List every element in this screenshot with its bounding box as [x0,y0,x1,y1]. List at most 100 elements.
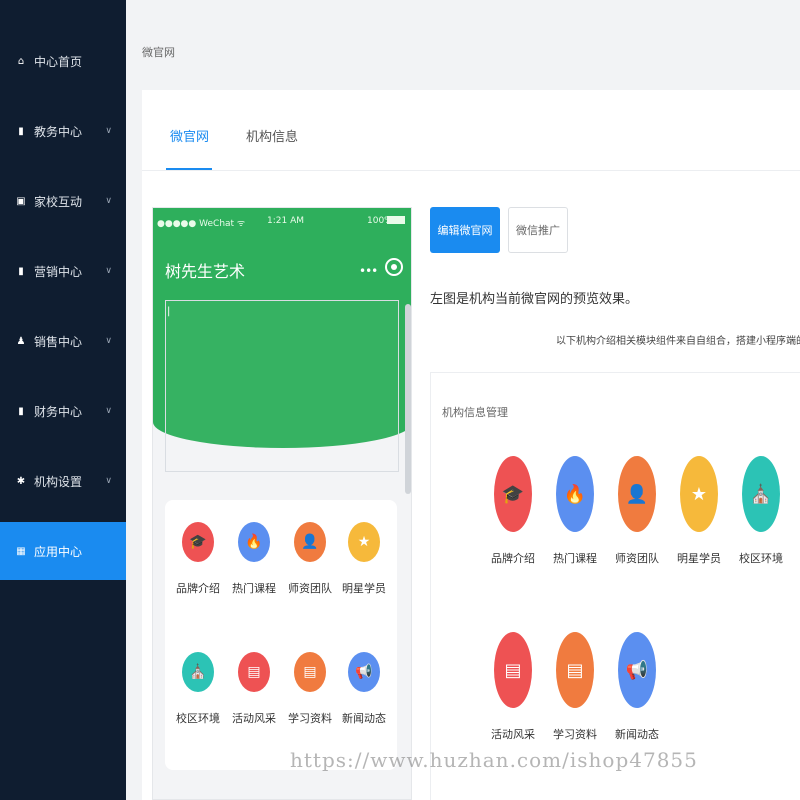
document-icon: ▤ [294,652,326,692]
preview-description: 左图是机构当前微官网的预览效果。 [430,292,639,307]
module-label: 明星学员 [342,582,386,595]
module-label: 学习资料 [288,712,332,725]
school-icon: ⛪ [742,456,780,532]
module-label: 新闻动态 [342,712,386,725]
sidebar-item-label: 营销中心 [34,264,83,279]
module-campus[interactable]: ⛪ 校区环境 [730,456,792,566]
module-label: 活动风采 [232,712,276,725]
sidebar-item-home-school[interactable]: ▣ 家校互动 ∨ [0,172,126,230]
document-icon: ▤ [556,632,594,708]
user-icon: ♟ [16,335,26,347]
phone-module-teachers[interactable]: 👤 师资团队 [281,522,339,596]
sidebar-item-settings[interactable]: ✱ 机构设置 ∨ [0,452,126,510]
chevron-down-icon: ∨ [105,336,112,346]
flag-icon: ▤ [494,632,532,708]
chevron-down-icon: ∨ [105,476,112,486]
module-label: 品牌介绍 [491,552,535,565]
tab-org-info[interactable]: 机构信息 [246,126,298,145]
module-label: 热门课程 [553,552,597,565]
breadcrumb: 微官网 [142,46,175,59]
module-news[interactable]: 📢 新闻动态 [606,632,668,742]
phone-module-brand[interactable]: 🎓 品牌介绍 [169,522,227,596]
module-label: 学习资料 [553,728,597,741]
phone-module-grid: 🎓 品牌介绍 🔥 热门课程 👤 师资团队 ★ 明星学员 ⛪ 校区环境 ▤ 活动风… [165,500,397,770]
bag-icon: ▮ [18,265,24,277]
miniapp-title: 树先生艺术 [165,262,246,281]
phone-module-students[interactable]: ★ 明星学员 [335,522,393,596]
module-courses[interactable]: 🔥 热门课程 [544,456,606,566]
sidebar-item-marketing[interactable]: ▮ 营销中心 ∨ [0,242,126,300]
grid-icon: ▦ [16,545,26,557]
phone-module-materials[interactable]: ▤ 学习资料 [281,652,339,726]
star-icon: ★ [680,456,718,532]
graduation-cap-icon: 🎓 [182,522,214,562]
sidebar-item-label: 应用中心 [34,544,83,559]
tab-micro-site[interactable]: 微官网 [170,126,209,145]
flame-icon: 🔥 [556,456,594,532]
module-label: 新闻动态 [615,728,659,741]
module-label: 师资团队 [615,552,659,565]
chevron-down-icon: ∨ [105,266,112,276]
tab-divider [142,170,800,171]
module-label: 热门课程 [232,582,276,595]
sidebar: ⌂ 中心首页 ▮ 教务中心 ∨ ▣ 家校互动 ∨ ▮ 营销中心 ∨ ♟ 销售中心… [0,0,126,800]
battery-icon [387,216,405,224]
module-events[interactable]: ▤ 活动风采 [482,632,544,742]
more-dots-icon[interactable]: ••• [359,264,378,278]
star-icon: ★ [348,522,380,562]
module-label: 活动风采 [491,728,535,741]
flag-icon: ▤ [238,652,270,692]
module-label: 品牌介绍 [176,582,220,595]
flame-icon: 🔥 [238,522,270,562]
card-title: 机构信息管理 [442,406,508,419]
teacher-icon: 👤 [294,522,326,562]
watermark: https://www.huzhan.com/ishop47855 [290,748,698,772]
carrier-label: ●●●●● WeChat ᯤ [157,219,246,229]
sidebar-item-label: 教务中心 [34,124,83,139]
status-time: 1:21 AM [267,216,304,226]
graduation-cap-icon: 🎓 [494,456,532,532]
gear-icon: ✱ [16,475,26,487]
megaphone-icon: 📢 [618,632,656,708]
chevron-down-icon: ∨ [105,126,112,136]
module-label: 明星学员 [677,552,721,565]
module-label: 师资团队 [288,582,332,595]
chat-icon: ▣ [16,195,26,207]
sidebar-item-finance[interactable]: ▮ 财务中心 ∨ [0,382,126,440]
phone-scrollbar[interactable] [405,304,411,494]
module-brand[interactable]: 🎓 品牌介绍 [482,456,544,566]
chevron-down-icon: ∨ [105,406,112,416]
modules-note: 以下机构介绍相关模块组件来自自组合，搭建小程序端的 [556,336,800,347]
module-label: 校区环境 [176,712,220,725]
megaphone-icon: 📢 [348,652,380,692]
sidebar-item-label: 机构设置 [34,474,83,489]
phone-module-courses[interactable]: 🔥 热门课程 [225,522,283,596]
wallet-icon: ▮ [18,405,24,417]
module-teachers[interactable]: 👤 师资团队 [606,456,668,566]
close-capsule-icon[interactable] [385,258,403,276]
banner-placeholder[interactable] [165,300,399,472]
module-label: 校区环境 [739,552,783,565]
sidebar-item-label: 财务中心 [34,404,83,419]
chevron-down-icon: ∨ [105,196,112,206]
school-icon: ⛪ [182,652,214,692]
sidebar-item-sales[interactable]: ♟ 销售中心 ∨ [0,312,126,370]
teacher-icon: 👤 [618,456,656,532]
sidebar-item-home[interactable]: ⌂ 中心首页 [0,32,126,90]
sidebar-item-academic[interactable]: ▮ 教务中心 ∨ [0,102,126,160]
sidebar-item-label: 销售中心 [34,334,83,349]
sidebar-item-apps[interactable]: ▦ 应用中心 [0,522,126,580]
home-icon: ⌂ [17,55,25,67]
phone-module-campus[interactable]: ⛪ 校区环境 [169,652,227,726]
sidebar-item-label: 中心首页 [34,54,83,69]
phone-module-news[interactable]: 📢 新闻动态 [335,652,393,726]
book-icon: ▮ [18,125,24,137]
module-materials[interactable]: ▤ 学习资料 [544,632,606,742]
banner-caret: | [167,306,171,317]
sidebar-item-label: 家校互动 [34,194,83,209]
phone-preview: ●●●●● WeChat ᯤ 1:21 AM 100% 树先生艺术 ••• | … [152,207,412,800]
phone-module-events[interactable]: ▤ 活动风采 [225,652,283,726]
module-students[interactable]: ★ 明星学员 [668,456,730,566]
edit-microsite-button[interactable]: 编辑微官网 [430,207,500,253]
wechat-promote-button[interactable]: 微信推广 [508,207,568,253]
